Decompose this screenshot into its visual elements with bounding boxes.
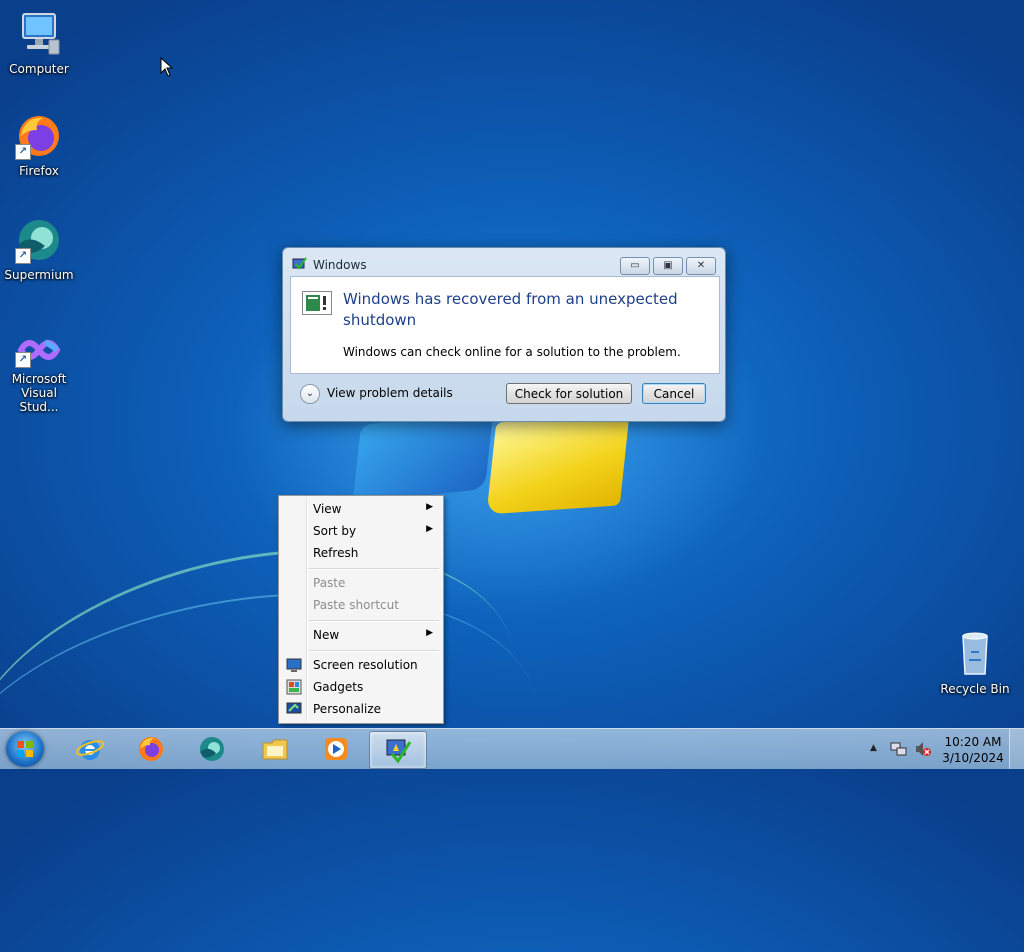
recovery-dialog: Windows ▭ ▣ ✕ Windows has recovered from… [282,247,726,422]
system-clock[interactable]: 10:20 AM 3/10/2024 [940,734,1006,766]
taskbar-firefox[interactable] [123,731,179,767]
menu-item-refresh[interactable]: Refresh [281,542,441,564]
dialog-titlebar[interactable]: Windows ▭ ▣ ✕ [283,248,725,276]
desktop-context-menu: View ▶ Sort by ▶ Refresh Paste Paste sho… [278,495,444,724]
menu-item-view[interactable]: View ▶ [281,498,441,520]
personalize-icon [286,701,302,717]
show-hidden-icons-button[interactable]: ▲ [870,743,877,753]
desktop-icon-label: Firefox [19,164,59,178]
volume-muted-icon[interactable] [914,740,932,758]
show-desktop-button[interactable] [1009,729,1024,769]
gadgets-icon [286,679,302,695]
supermium-icon: ↗ [15,216,63,264]
shortcut-arrow-icon: ↗ [15,248,31,264]
file-explorer-icon [261,735,289,763]
close-button[interactable]: ✕ [686,257,716,275]
desktop-icon-visual-studio[interactable]: ↗ Microsoft Visual Stud... [1,332,77,414]
clock-date: 3/10/2024 [942,751,1004,765]
menu-item-new[interactable]: New ▶ [281,624,441,646]
clock-time: 10:20 AM [944,735,1002,749]
desktop-icon-recycle-bin[interactable]: Recycle Bin [937,630,1013,696]
menu-item-label: Refresh [313,546,359,560]
menu-separator [309,650,439,652]
media-player-icon [322,735,350,763]
windows-app-icon [292,257,307,272]
visual-studio-icon: ↗ [15,332,63,368]
menu-item-gadgets[interactable]: Gadgets [281,676,441,698]
shortcut-arrow-icon: ↗ [15,352,31,368]
menu-item-label: Sort by [313,524,357,538]
menu-item-label: Personalize [313,702,382,716]
menu-item-label: New [313,628,340,642]
dialog-footer: ⌄ View problem details Check for solutio… [290,374,718,414]
desktop-icon-label: Recycle Bin [940,682,1010,696]
chevron-down-icon[interactable]: ⌄ [300,384,320,404]
mouse-cursor-icon [160,56,174,77]
taskbar-internet-explorer[interactable] [62,731,118,767]
maximize-button[interactable]: ▣ [653,257,683,275]
cancel-button[interactable]: Cancel [642,383,706,404]
minimize-button[interactable]: ▭ [620,257,650,275]
desktop-icon-label: Computer [9,62,69,76]
menu-item-paste-shortcut: Paste shortcut [281,594,441,616]
windows-logo-icon [17,741,33,757]
menu-item-screen-resolution[interactable]: Screen resolution [281,654,441,676]
problem-report-icon [302,291,332,315]
taskbar-supermium[interactable] [184,731,240,767]
menu-item-label: View [313,502,342,516]
dialog-heading: Windows has recovered from an unexpected… [343,290,678,329]
action-center-icon [384,736,412,764]
supermium-icon [198,735,226,763]
taskbar-file-explorer[interactable] [247,731,303,767]
dialog-title: Windows [313,258,367,272]
taskbar-action-center[interactable] [369,731,427,769]
recycle-bin-icon [951,630,999,678]
firefox-icon [137,735,165,763]
desktop-icon-label: Microsoft Visual Stud... [11,372,67,414]
taskbar-media-player[interactable] [308,731,364,767]
menu-item-label: Screen resolution [313,658,418,672]
menu-item-paste: Paste [281,572,441,594]
network-icon[interactable] [890,740,908,758]
desktop-icon-supermium[interactable]: ↗ Supermium [1,216,77,282]
wallpaper-logo-blue [352,411,494,503]
shortcut-arrow-icon: ↗ [15,144,31,160]
start-button[interactable] [6,731,44,767]
submenu-arrow-icon: ▶ [426,502,433,512]
taskbar: ▲ 10:20 AM 3/10/2024 [0,728,1024,769]
computer-icon [15,10,63,58]
menu-item-label: Paste shortcut [313,598,399,612]
wallpaper-logo-yellow [486,413,630,515]
menu-item-label: Gadgets [313,680,364,694]
menu-item-label: Paste [313,576,346,590]
internet-explorer-icon [75,735,105,763]
menu-separator [309,568,439,570]
desktop-icon-firefox[interactable]: ↗ Firefox [1,112,77,178]
desktop-icon-computer[interactable]: Computer [1,10,77,76]
menu-item-sort-by[interactable]: Sort by ▶ [281,520,441,542]
menu-item-personalize[interactable]: Personalize [281,698,441,720]
view-problem-details-link[interactable]: View problem details [327,386,453,400]
firefox-icon: ↗ [15,112,63,160]
submenu-arrow-icon: ▶ [426,524,433,534]
dialog-content: Windows has recovered from an unexpected… [290,276,720,374]
submenu-arrow-icon: ▶ [426,628,433,638]
menu-separator [309,620,439,622]
check-for-solution-button[interactable]: Check for solution [506,383,632,404]
dialog-message: Windows can check online for a solution … [343,345,681,359]
desktop-icon-label: Supermium [4,268,74,282]
screen-resolution-icon [286,657,302,673]
